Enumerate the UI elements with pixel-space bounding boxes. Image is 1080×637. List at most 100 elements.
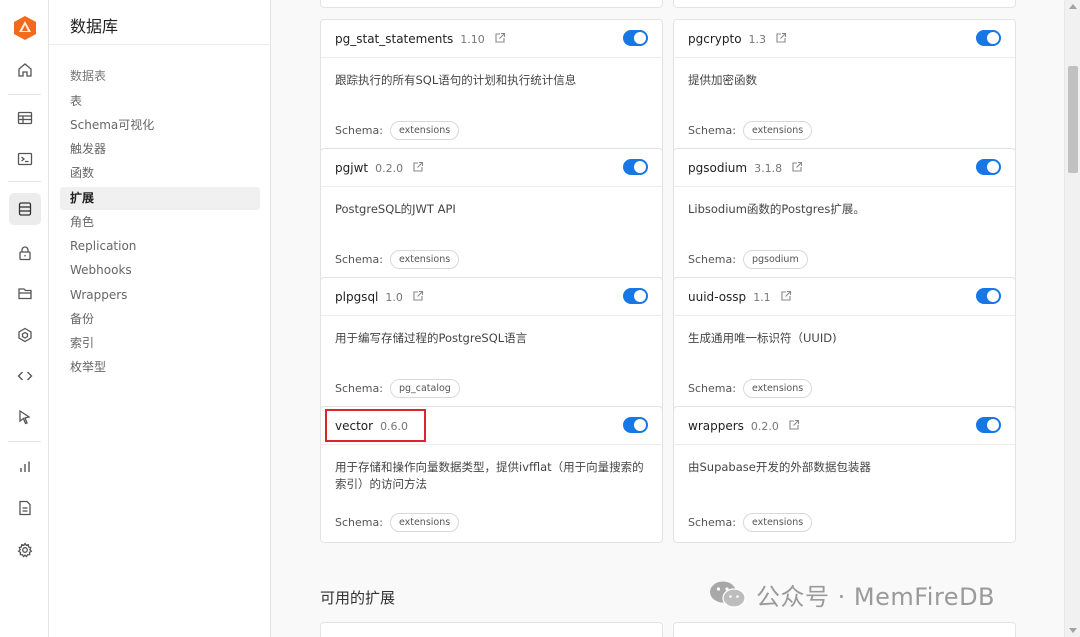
schema-badge: extensions xyxy=(389,121,460,140)
extension-name: wrappers xyxy=(688,419,744,433)
extension-description: 提供加密函数 xyxy=(688,73,757,87)
schema-badge: extensions xyxy=(742,513,813,532)
wechat-icon xyxy=(710,581,746,608)
available-extensions-heading: 可用的扩展 xyxy=(320,589,396,607)
extension-version: 0.2.0 xyxy=(750,420,779,433)
scrollbar[interactable] xyxy=(1064,0,1080,637)
external-link-icon[interactable] xyxy=(788,419,800,431)
extension-description: 用于存储和操作向量数据类型，提供ivfflat（用于向量搜索的索引）的访问方法 xyxy=(335,460,644,491)
menu-item-indexes[interactable]: 索引 xyxy=(60,332,260,355)
schema-label: Schema: xyxy=(688,516,736,529)
extension-enable-toggle[interactable] xyxy=(623,159,648,175)
reports-icon[interactable] xyxy=(12,454,38,480)
extension-enable-toggle[interactable] xyxy=(623,417,648,433)
menu-item-schema-visualizer[interactable]: Schema可视化 xyxy=(60,114,260,137)
extension-card-partial xyxy=(320,622,663,637)
table-icon[interactable] xyxy=(12,105,38,131)
watermark: 公众号 · MemFireDB xyxy=(708,577,995,611)
extension-card-partial xyxy=(320,0,663,8)
extension-version: 1.10 xyxy=(460,33,485,46)
extension-description: PostgreSQL的JWT API xyxy=(335,202,456,216)
extension-card: pg_stat_statements 1.10 跟踪执行的所有SQL语句的计划和执… xyxy=(320,19,663,157)
schema-label: Schema: xyxy=(335,253,383,266)
schema-label: Schema: xyxy=(688,253,736,266)
extension-version: 0.2.0 xyxy=(375,162,404,175)
menu-item-functions[interactable]: 函数 xyxy=(60,162,260,185)
watermark-text: 公众号 · MemFireDB xyxy=(756,582,996,611)
home-icon[interactable] xyxy=(12,57,38,83)
extension-card: uuid-ossp 1.1 生成通用唯一标识符（UUID) Schema: exte… xyxy=(673,277,1016,415)
extension-name: pgsodium xyxy=(688,161,748,175)
menu-item-enumerated-types[interactable]: 枚举型 xyxy=(60,356,260,379)
storage-icon[interactable] xyxy=(12,280,38,306)
database-icon[interactable] xyxy=(9,193,41,225)
rail-divider xyxy=(8,94,41,95)
extension-enable-toggle[interactable] xyxy=(976,30,1001,46)
rail-divider xyxy=(8,441,41,442)
cursor-icon[interactable] xyxy=(12,404,38,430)
schema-badge: extensions xyxy=(389,250,460,269)
external-link-icon[interactable] xyxy=(412,290,424,302)
extension-description: 由Supabase开发的外部数据包装器 xyxy=(688,460,871,474)
extension-card: wrappers 0.2.0 由Supabase开发的外部数据包装器 Schema… xyxy=(673,406,1016,543)
schema-label: Schema: xyxy=(335,382,383,395)
code-icon[interactable] xyxy=(12,363,38,389)
menu-item-backups[interactable]: 备份 xyxy=(60,308,260,331)
extension-enable-toggle[interactable] xyxy=(976,288,1001,304)
extension-name: pgjwt xyxy=(335,161,369,175)
app-logo-icon[interactable] xyxy=(13,15,37,41)
menu-item-tables[interactable]: 表 xyxy=(60,90,260,113)
schema-label: Schema: xyxy=(688,382,736,395)
scroll-down-arrow-icon[interactable] xyxy=(1069,628,1077,633)
external-link-icon[interactable] xyxy=(412,161,424,173)
external-link-icon[interactable] xyxy=(494,32,506,44)
external-link-icon[interactable] xyxy=(791,161,803,173)
lock-icon[interactable] xyxy=(12,240,38,266)
menu-item-replication[interactable]: Replication xyxy=(60,235,260,258)
extension-enable-toggle[interactable] xyxy=(623,288,648,304)
menu-title-divider xyxy=(49,44,270,45)
extension-enable-toggle[interactable] xyxy=(976,159,1001,175)
functions-icon[interactable] xyxy=(12,322,38,348)
extension-card: plpgsql 1.0 用于编写存储过程的PostgreSQL语言 Schema:… xyxy=(320,277,663,415)
schema-badge: extensions xyxy=(742,121,813,140)
extension-card: pgsodium 3.1.8 Libsodium函数的Postgres扩展。 Sc… xyxy=(673,148,1016,286)
menu-title: 数据库 xyxy=(70,17,119,36)
menu-item-roles[interactable]: 角色 xyxy=(60,211,260,234)
extension-version: 1.1 xyxy=(753,291,771,304)
extension-enable-toggle[interactable] xyxy=(976,417,1001,433)
extensions-panel: pg_stat_statements 1.10 跟踪执行的所有SQL语句的计划和执… xyxy=(271,0,1064,637)
menu-item-extensions[interactable]: 扩展 xyxy=(60,187,260,210)
extension-name: plpgsql xyxy=(335,290,379,304)
scrollbar-thumb[interactable] xyxy=(1068,66,1078,173)
menu-section-label: 数据表 xyxy=(70,69,107,83)
extension-name: pg_stat_statements xyxy=(335,32,454,46)
nav-rail xyxy=(0,0,49,637)
extension-enable-toggle[interactable] xyxy=(623,30,648,46)
extension-name: vector xyxy=(335,419,374,433)
logs-icon[interactable] xyxy=(12,495,38,521)
extension-name: pgcrypto xyxy=(688,32,742,46)
menu-item-wrappers[interactable]: Wrappers xyxy=(60,284,260,307)
rail-divider xyxy=(8,181,41,182)
extension-card-partial xyxy=(673,622,1016,637)
extension-version: 1.0 xyxy=(385,291,403,304)
extension-version: 3.1.8 xyxy=(754,162,783,175)
extension-version: 1.3 xyxy=(748,33,767,46)
extension-description: Libsodium函数的Postgres扩展。 xyxy=(688,202,865,216)
extension-card: pgjwt 0.2.0 PostgreSQL的JWT API Schema: ext… xyxy=(320,148,663,286)
menu-item-triggers[interactable]: 触发器 xyxy=(60,138,260,161)
schema-badge: pg_catalog xyxy=(389,379,460,398)
schema-badge: extensions xyxy=(389,513,460,532)
menu-item-webhooks[interactable]: Webhooks xyxy=(60,259,260,282)
terminal-icon[interactable] xyxy=(12,146,38,172)
external-link-icon[interactable] xyxy=(775,32,787,44)
extension-card: vector 0.6.0 用于存储和操作向量数据类型，提供ivfflat（用于向量… xyxy=(320,406,663,543)
settings-icon[interactable] xyxy=(12,537,38,563)
extension-description: 用于编写存储过程的PostgreSQL语言 xyxy=(335,331,528,345)
external-link-icon[interactable] xyxy=(780,290,792,302)
scroll-up-arrow-icon[interactable] xyxy=(1069,4,1077,9)
database-menu: 数据库 数据表 表 Schema可视化 触发器 函数 扩展 角色 Replica… xyxy=(49,0,271,637)
extension-description: 跟踪执行的所有SQL语句的计划和执行统计信息 xyxy=(335,73,577,87)
schema-badge: pgsodium xyxy=(742,250,808,269)
